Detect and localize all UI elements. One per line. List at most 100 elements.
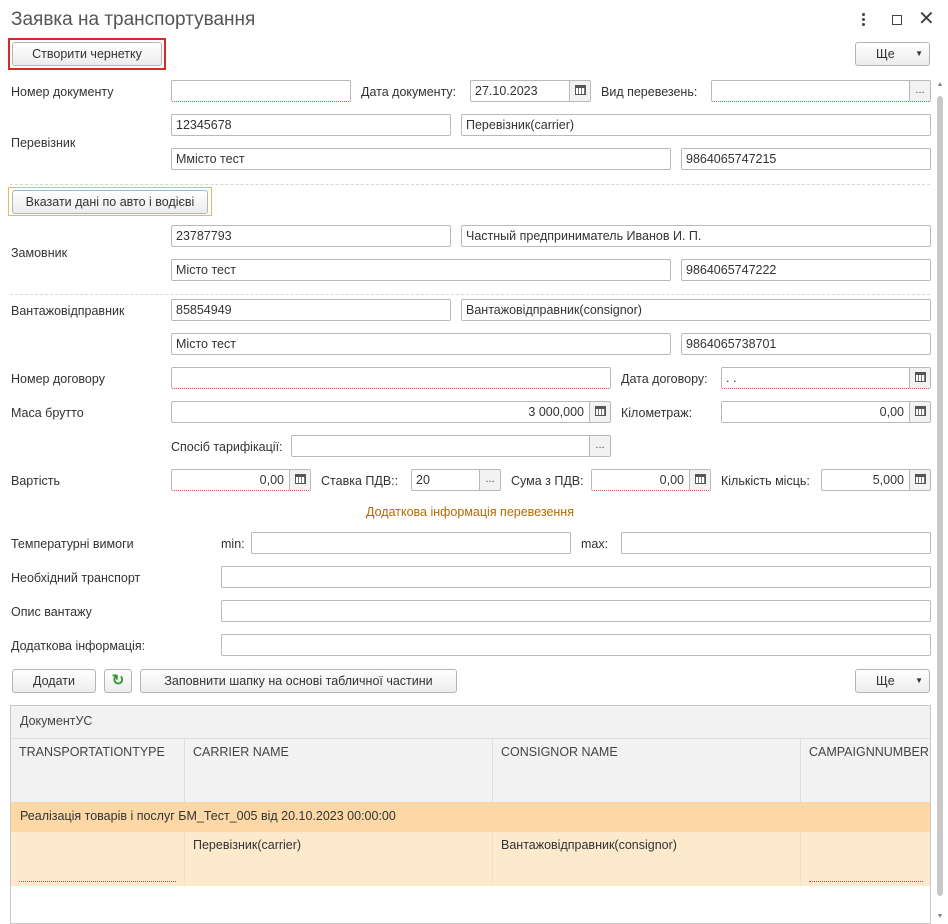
calculator-icon[interactable] bbox=[289, 470, 310, 490]
carrier-phone-field[interactable]: 9864065747215 bbox=[681, 148, 931, 170]
scrollbar-thumb[interactable] bbox=[937, 96, 943, 896]
customer-code-field[interactable]: 23787793 bbox=[171, 225, 451, 247]
gross-weight-value: 3 000,000 bbox=[528, 405, 584, 419]
scroll-up-icon[interactable]: ▲ bbox=[936, 80, 944, 90]
cell-consignor-name[interactable]: Вантажовідправник(consignor) bbox=[493, 832, 801, 886]
cargo-description-input[interactable] bbox=[221, 600, 931, 622]
doc-number-input[interactable] bbox=[171, 80, 351, 102]
km-label: Кілометраж: bbox=[621, 406, 693, 420]
cell-carrier-name[interactable]: Перевізник(carrier) bbox=[185, 832, 493, 886]
calculator-icon[interactable] bbox=[689, 470, 710, 490]
more-label: Ще bbox=[876, 47, 895, 61]
doc-date-input[interactable]: 27.10.2023 bbox=[470, 80, 591, 102]
calculator-icon[interactable] bbox=[909, 402, 930, 422]
customer-phone-field[interactable]: 9864065747222 bbox=[681, 259, 931, 281]
select-ellipsis-icon[interactable]: ... bbox=[589, 436, 610, 456]
doc-date-value: 27.10.2023 bbox=[475, 84, 538, 98]
tariff-input[interactable]: ... bbox=[291, 435, 611, 457]
carrier-name-field[interactable]: Перевізник(carrier) bbox=[461, 114, 931, 136]
group-header-label: ДокументУС bbox=[20, 714, 93, 728]
additional-info-label: Додаткова інформація: bbox=[11, 639, 146, 653]
vehicle-driver-button[interactable]: Вказати дані по авто і водієві bbox=[12, 190, 208, 214]
cost-value: 0,00 bbox=[259, 473, 284, 487]
more-button-table[interactable]: Ще ▼ bbox=[855, 669, 930, 693]
kebab-menu-icon[interactable] bbox=[858, 11, 868, 29]
column-header-transportationtype[interactable]: TRANSPORTATIONTYPE bbox=[11, 738, 185, 802]
sum-vat-value: 0,00 bbox=[659, 473, 684, 487]
transport-type-label: Вид перевезень: bbox=[601, 85, 698, 99]
gross-weight-input[interactable]: 3 000,000 bbox=[171, 401, 611, 423]
consignor-phone-field[interactable]: 9864065738701 bbox=[681, 333, 931, 355]
more-button-top[interactable]: Ще ▼ bbox=[855, 42, 930, 66]
cell-campaignnumber[interactable] bbox=[801, 832, 930, 886]
customer-name-field[interactable]: Частный предприниматель Иванов И. П. bbox=[461, 225, 931, 247]
transport-type-input[interactable]: ... bbox=[711, 80, 931, 102]
scroll-down-icon[interactable]: ▼ bbox=[936, 913, 944, 920]
divider bbox=[10, 294, 930, 295]
consignor-label: Вантажовідправник bbox=[11, 304, 125, 318]
calculator-icon[interactable] bbox=[909, 470, 930, 490]
refresh-button[interactable]: ↻ bbox=[104, 669, 132, 693]
places-label: Кількість місць: bbox=[721, 474, 810, 488]
transport-needed-label: Необхідний транспорт bbox=[11, 571, 141, 585]
vat-rate-label: Ставка ПДВ:: bbox=[321, 474, 399, 488]
places-input[interactable]: 5,000 bbox=[821, 469, 931, 491]
min-input[interactable] bbox=[251, 532, 571, 554]
select-ellipsis-icon[interactable]: ... bbox=[479, 470, 500, 490]
contract-number-label: Номер договору bbox=[11, 372, 105, 386]
column-header-consignor-name[interactable]: CONSIGNOR NAME bbox=[493, 738, 801, 802]
customer-label: Замовник bbox=[11, 246, 68, 260]
transport-needed-input[interactable] bbox=[221, 566, 931, 588]
carrier-code-field[interactable]: 12345678 bbox=[171, 114, 451, 136]
tariff-label: Спосіб тарифікації: bbox=[171, 440, 283, 454]
contract-date-value: . . bbox=[726, 371, 737, 385]
maximize-icon[interactable] bbox=[892, 15, 902, 25]
window-title: Заявка на транспортування bbox=[11, 9, 256, 30]
group-row-label: Реалізація товарів і послуг БМ_Тест_005 … bbox=[20, 809, 396, 823]
cost-label: Вартість bbox=[11, 474, 60, 488]
km-input[interactable]: 0,00 bbox=[721, 401, 931, 423]
max-input[interactable] bbox=[621, 532, 931, 554]
documents-table[interactable]: ДокументУС TRANSPORTATIONTYPE CARRIER NA… bbox=[10, 705, 931, 924]
cell-transportationtype[interactable] bbox=[11, 832, 185, 886]
additional-info-input[interactable] bbox=[221, 634, 931, 656]
divider bbox=[10, 184, 930, 185]
doc-number-label: Номер документу bbox=[11, 85, 114, 99]
column-header-carrier-name[interactable]: CARRIER NAME bbox=[185, 738, 493, 802]
vat-rate-input[interactable]: 20 ... bbox=[411, 469, 501, 491]
refresh-icon: ↻ bbox=[111, 672, 125, 689]
consignor-city-field[interactable]: Місто тест bbox=[171, 333, 671, 355]
consignor-code-field[interactable]: 85854949 bbox=[171, 299, 451, 321]
required-marker bbox=[19, 881, 176, 882]
create-draft-button[interactable]: Створити чернетку bbox=[12, 42, 162, 66]
km-value: 0,00 bbox=[879, 405, 904, 419]
dropdown-arrow-icon: ▼ bbox=[915, 49, 923, 58]
customer-city-field[interactable]: Місто тест bbox=[171, 259, 671, 281]
select-ellipsis-icon[interactable]: ... bbox=[909, 81, 930, 101]
contract-date-input[interactable]: . . bbox=[721, 367, 931, 389]
consignor-name-field[interactable]: Вантажовідправник(consignor) bbox=[461, 299, 931, 321]
fill-header-button[interactable]: Заповнити шапку на основі табличної част… bbox=[140, 669, 457, 693]
table-group-header: ДокументУС bbox=[11, 706, 930, 738]
required-marker bbox=[809, 881, 923, 882]
table-group-row[interactable]: Реалізація товарів і послуг БМ_Тест_005 … bbox=[11, 802, 930, 832]
scrollbar-track[interactable]: ▲ ▼ bbox=[936, 80, 944, 920]
contract-date-label: Дата договору: bbox=[621, 372, 708, 386]
contract-number-input[interactable] bbox=[171, 367, 611, 389]
gross-weight-label: Маса брутто bbox=[11, 406, 84, 420]
places-value: 5,000 bbox=[872, 473, 904, 487]
close-icon[interactable]: ✕ bbox=[918, 8, 935, 30]
calendar-icon[interactable] bbox=[909, 368, 930, 388]
add-button[interactable]: Додати bbox=[12, 669, 96, 693]
cargo-description-label: Опис вантажу bbox=[11, 605, 92, 619]
temperature-label: Температурні вимоги bbox=[11, 537, 134, 551]
sum-vat-label: Сума з ПДВ: bbox=[511, 474, 584, 488]
column-header-campaignnumber[interactable]: CAMPAIGNNUMBER bbox=[801, 738, 930, 802]
carrier-city-field[interactable]: Ммісто тест bbox=[171, 148, 671, 170]
sum-vat-input[interactable]: 0,00 bbox=[591, 469, 711, 491]
cost-input[interactable]: 0,00 bbox=[171, 469, 311, 491]
min-label: min: bbox=[221, 537, 245, 551]
more-label: Ще bbox=[876, 674, 895, 688]
calculator-icon[interactable] bbox=[589, 402, 610, 422]
calendar-icon[interactable] bbox=[569, 81, 590, 101]
